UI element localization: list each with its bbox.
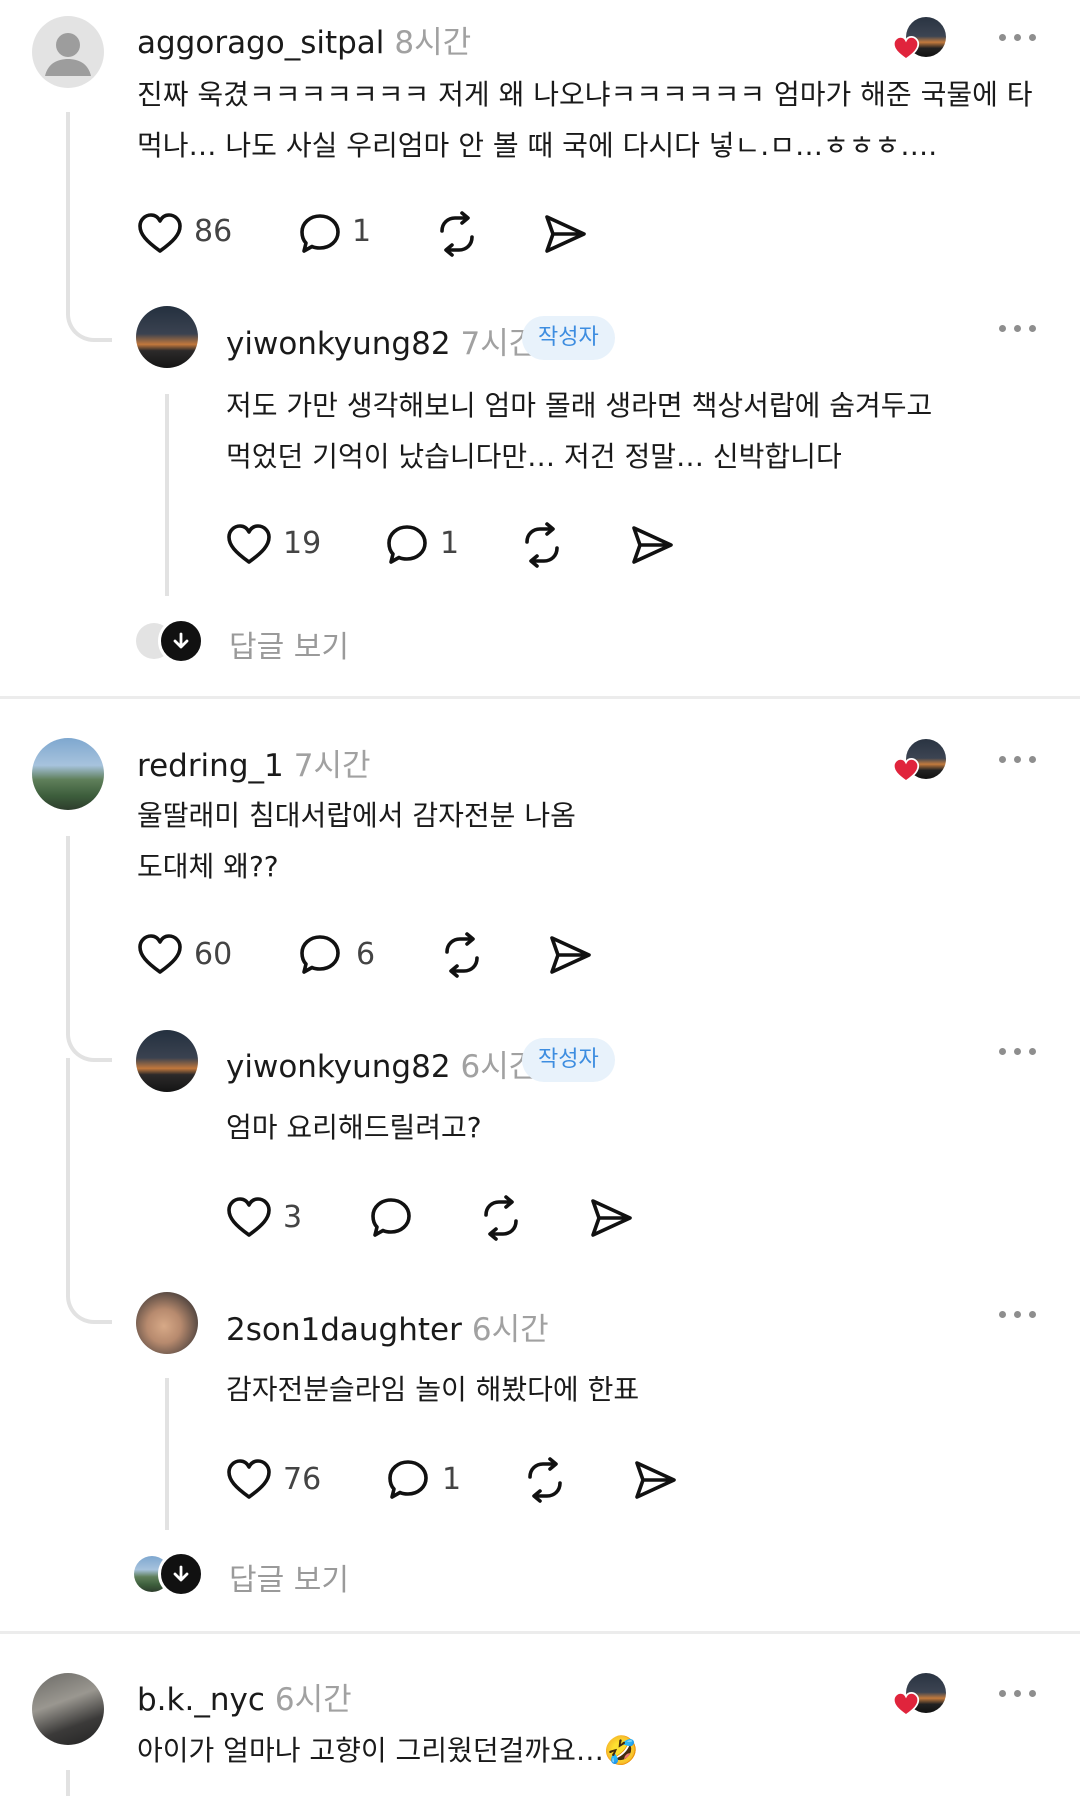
avatar[interactable]: [32, 738, 104, 810]
comment-icon[interactable]: [296, 210, 344, 258]
heart-icon[interactable]: [225, 1456, 273, 1504]
timestamp: 7시간: [293, 748, 371, 784]
comment-line: 먹나… 나도 사실 우리엄마 안 볼 때 국에 다시다 넣ㄴ.ㅁ…ㅎㅎㅎ….: [137, 129, 938, 162]
username[interactable]: b.k._nyc 6시간: [137, 1674, 352, 1719]
more-options-button[interactable]: [999, 753, 1039, 767]
comment-text: 엄마 요리해드릴려고?: [226, 1102, 482, 1153]
reply-count: 6: [356, 937, 376, 972]
comment-text: 아이가 얼마나 고향이 그리웠던걸까요…🤣: [137, 1725, 639, 1776]
comment-text: 저도 가만 생각해보니 엄마 몰래 생라면 책상서랍에 숨겨두고 먹었던 기억이…: [226, 380, 932, 482]
author-liked-indicator: [898, 739, 946, 779]
comment-icon[interactable]: [296, 931, 344, 979]
thread-line: [66, 1770, 70, 1796]
divider: [0, 696, 1080, 699]
like-count: 3: [283, 1200, 303, 1235]
comment-line: 저도 가만 생각해보니 엄마 몰래 생라면 책상서랍에 숨겨두고: [226, 389, 933, 422]
avatar[interactable]: [32, 1673, 104, 1745]
timestamp: 8시간: [394, 25, 472, 61]
more-options-button[interactable]: [999, 322, 1039, 336]
avatar[interactable]: [136, 306, 198, 368]
expand-replies-button[interactable]: [158, 618, 204, 664]
default-avatar-icon: [45, 33, 91, 76]
heart-filled-icon: [892, 1690, 920, 1718]
thread-connector: [66, 836, 112, 1062]
comment-text: 진짜 욱겼ㅋㅋㅋㅋㅋㅋㅋ 저게 왜 나오냐ㅋㅋㅋㅋㅋㅋ 엄마가 해준 국물에 타…: [137, 69, 1033, 171]
divider: [0, 1631, 1080, 1634]
comment-line: 진짜 욱겼ㅋㅋㅋㅋㅋㅋㅋ 저게 왜 나오냐ㅋㅋㅋㅋㅋㅋ 엄마가 해준 국물에 타: [137, 78, 1033, 111]
reply-count: 1: [442, 1462, 462, 1497]
repost-icon[interactable]: [477, 1194, 525, 1242]
thread-connector: [66, 1230, 112, 1324]
thread-line: [165, 394, 169, 596]
more-options-button[interactable]: [999, 31, 1039, 45]
repost-icon[interactable]: [521, 1456, 569, 1504]
heart-icon[interactable]: [225, 1194, 273, 1242]
username-text[interactable]: b.k._nyc: [137, 1682, 265, 1718]
comment-line: 엄마 요리해드릴려고?: [226, 1111, 482, 1144]
repost-icon[interactable]: [433, 210, 481, 258]
reply-count: 1: [440, 526, 460, 561]
reply-count: 1: [352, 214, 372, 249]
author-badge: 작성자: [522, 316, 615, 360]
send-icon[interactable]: [546, 931, 594, 979]
view-replies-label[interactable]: 답글 보기: [229, 622, 349, 666]
like-count: 19: [283, 526, 322, 561]
send-icon[interactable]: [628, 521, 676, 569]
avatar[interactable]: [32, 16, 104, 88]
comment-line: 도대체 왜??: [137, 850, 279, 883]
username-text[interactable]: aggorago_sitpal: [137, 25, 384, 61]
username[interactable]: aggorago_sitpal 8시간: [137, 17, 471, 62]
like-count: 60: [194, 937, 233, 972]
username[interactable]: yiwonkyung82 7시간: [226, 318, 537, 363]
heart-icon[interactable]: [136, 931, 184, 979]
username-text[interactable]: yiwonkyung82: [226, 1049, 451, 1085]
thread-line: [165, 1378, 169, 1530]
like-count: 86: [194, 214, 233, 249]
arrow-down-icon: [169, 629, 193, 653]
send-icon[interactable]: [631, 1456, 679, 1504]
view-replies-label[interactable]: 답글 보기: [229, 1555, 349, 1599]
comment-line: 울딸래미 침대서랍에서 감자전분 나옴: [137, 799, 576, 832]
comment-line: 먹었던 기억이 났습니다만… 저건 정말… 신박합니다: [226, 440, 842, 473]
heart-filled-icon: [892, 756, 920, 784]
comment-text: 감자전분슬라임 놀이 해봤다에 한표: [226, 1364, 639, 1415]
send-icon[interactable]: [541, 210, 589, 258]
comment-icon[interactable]: [367, 1194, 415, 1242]
repost-icon[interactable]: [438, 931, 486, 979]
comment-text: 울딸래미 침대서랍에서 감자전분 나옴 도대체 왜??: [137, 790, 576, 892]
avatar[interactable]: [136, 1292, 198, 1354]
comment-line: 아이가 얼마나 고향이 그리웠던걸까요…🤣: [137, 1734, 639, 1767]
more-options-button[interactable]: [999, 1045, 1039, 1059]
thread-connector: [66, 112, 112, 342]
like-count: 76: [283, 1462, 322, 1497]
author-badge: 작성자: [522, 1038, 615, 1082]
repost-icon[interactable]: [518, 521, 566, 569]
username-text[interactable]: 2son1daughter: [226, 1312, 462, 1348]
avatar[interactable]: [136, 1030, 198, 1092]
timestamp: 6시간: [471, 1312, 549, 1348]
arrow-down-icon: [169, 1562, 193, 1586]
comment-icon[interactable]: [383, 521, 431, 569]
author-liked-indicator: [898, 1673, 946, 1713]
username[interactable]: yiwonkyung82 6시간: [226, 1041, 537, 1086]
heart-icon[interactable]: [136, 210, 184, 258]
comment-icon[interactable]: [384, 1456, 432, 1504]
username[interactable]: redring_1 7시간: [137, 740, 371, 785]
heart-filled-icon: [892, 34, 920, 62]
author-liked-indicator: [898, 17, 946, 57]
expand-replies-button[interactable]: [158, 1551, 204, 1597]
send-icon[interactable]: [587, 1194, 635, 1242]
username-text[interactable]: redring_1: [137, 748, 284, 784]
heart-icon[interactable]: [225, 521, 273, 569]
timestamp: 6시간: [274, 1682, 352, 1718]
username[interactable]: 2son1daughter 6시간: [226, 1304, 549, 1349]
more-options-button[interactable]: [999, 1308, 1039, 1322]
comment-line: 감자전분슬라임 놀이 해봤다에 한표: [226, 1373, 640, 1406]
more-options-button[interactable]: [999, 1687, 1039, 1701]
username-text[interactable]: yiwonkyung82: [226, 326, 451, 362]
